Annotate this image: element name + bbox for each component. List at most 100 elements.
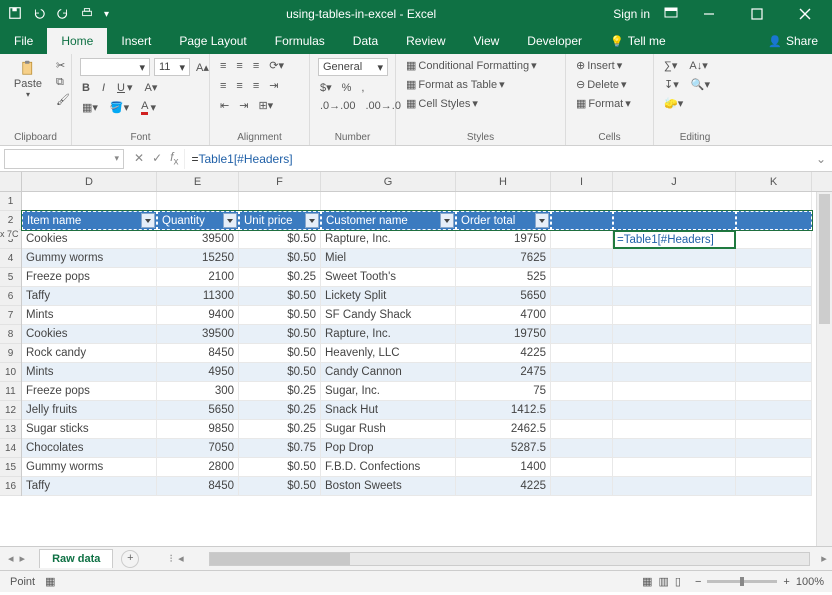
cell[interactable]	[613, 363, 736, 382]
col-G[interactable]: G	[321, 172, 456, 191]
cells[interactable]: Item nameQuantityUnit priceCustomer name…	[22, 192, 812, 496]
quick-print-icon[interactable]	[80, 6, 94, 23]
cell-total[interactable]: 7625	[456, 249, 551, 268]
cell-price[interactable]: $0.75	[239, 439, 321, 458]
cell[interactable]	[551, 439, 613, 458]
cell-customer[interactable]: Rapture, Inc.	[321, 230, 456, 249]
cell-item[interactable]: Taffy	[22, 477, 157, 496]
add-sheet-button[interactable]: +	[121, 550, 139, 568]
font-size-dropdown[interactable]: 11▾	[154, 58, 190, 76]
cell-price[interactable]: $0.50	[239, 477, 321, 496]
cell[interactable]	[551, 192, 613, 211]
tab-review[interactable]: Review	[392, 28, 459, 54]
cell-price[interactable]: $0.25	[239, 382, 321, 401]
row-header[interactable]: 10	[0, 363, 21, 382]
conditional-formatting-button[interactable]: ▦ Conditional Formatting ▾	[404, 58, 539, 73]
worksheet-grid[interactable]: D E F G H I J K 12345678910111213141516 …	[0, 172, 832, 546]
cell-customer[interactable]: Heavenly, LLC	[321, 344, 456, 363]
align-left-icon[interactable]: ≡	[218, 78, 228, 93]
cell[interactable]	[736, 458, 812, 477]
cell[interactable]	[157, 192, 239, 211]
cell-price[interactable]: $0.50	[239, 363, 321, 382]
tab-view[interactable]: View	[460, 28, 514, 54]
cell-price[interactable]: $0.25	[239, 401, 321, 420]
tab-developer[interactable]: Developer	[513, 28, 596, 54]
cell-total[interactable]: 19750	[456, 325, 551, 344]
merge-center-icon[interactable]: ⊞▾	[256, 98, 275, 113]
decrease-indent-icon[interactable]: ⇤	[218, 98, 231, 113]
cell[interactable]	[551, 230, 613, 249]
cell-customer[interactable]: F.B.D. Confections	[321, 458, 456, 477]
cell-total[interactable]: 4225	[456, 344, 551, 363]
cell-qty[interactable]: 7050	[157, 439, 239, 458]
insert-cells-button[interactable]: ⊕ Insert ▾	[574, 58, 624, 73]
filter-dropdown-icon[interactable]	[223, 213, 237, 228]
zoom-level[interactable]: 100%	[796, 576, 824, 588]
cell[interactable]	[551, 268, 613, 287]
normal-view-icon[interactable]: ▦	[642, 575, 652, 588]
wrap-text-icon[interactable]: ⇥	[267, 78, 280, 93]
cancel-formula-icon[interactable]: ✕	[134, 151, 144, 165]
redo-icon[interactable]	[56, 6, 70, 23]
cell-styles-button[interactable]: ▦ Cell Styles ▾	[404, 96, 480, 111]
cell[interactable]	[736, 211, 812, 230]
table-header[interactable]: Item name	[22, 211, 157, 230]
percent-icon[interactable]: %	[340, 80, 354, 95]
cell-customer[interactable]: Sweet Tooth's	[321, 268, 456, 287]
sheet-nav-next-icon[interactable]: ▸	[20, 552, 26, 565]
tell-me[interactable]: Tell me	[596, 28, 680, 54]
enter-formula-icon[interactable]: ✓	[152, 151, 162, 165]
cell[interactable]	[613, 420, 736, 439]
cell[interactable]	[551, 458, 613, 477]
row-header[interactable]: 1	[0, 192, 21, 211]
cell[interactable]	[551, 420, 613, 439]
cell-qty[interactable]: 39500	[157, 325, 239, 344]
cell-price[interactable]: $0.50	[239, 344, 321, 363]
cell-qty[interactable]: 300	[157, 382, 239, 401]
cell[interactable]	[736, 439, 812, 458]
align-middle-icon[interactable]: ≡	[234, 58, 244, 73]
sheet-tab-raw-data[interactable]: Raw data	[39, 549, 113, 568]
comma-icon[interactable]: ,	[359, 80, 366, 95]
border-button[interactable]: ▦▾	[80, 99, 100, 116]
cell[interactable]	[736, 382, 812, 401]
row-header[interactable]: 13	[0, 420, 21, 439]
cell-customer[interactable]: Miel	[321, 249, 456, 268]
autosum-icon[interactable]: ∑▾	[662, 58, 679, 73]
decrease-font-icon[interactable]: A▾	[143, 80, 160, 95]
cell[interactable]	[736, 477, 812, 496]
paste-button[interactable]: Paste ▾	[8, 58, 48, 101]
tab-data[interactable]: Data	[339, 28, 392, 54]
cell[interactable]	[736, 401, 812, 420]
cell-qty[interactable]: 4950	[157, 363, 239, 382]
cell-total[interactable]: 19750	[456, 230, 551, 249]
table-header[interactable]: Quantity	[157, 211, 239, 230]
zoom-slider[interactable]	[707, 580, 777, 583]
row-header[interactable]: 15	[0, 458, 21, 477]
close-button[interactable]	[788, 0, 822, 28]
cell[interactable]	[239, 192, 321, 211]
cell-total[interactable]: 1400	[456, 458, 551, 477]
row-header[interactable]: 14	[0, 439, 21, 458]
italic-button[interactable]: I	[100, 80, 107, 95]
cell-price[interactable]: $0.50	[239, 306, 321, 325]
cell-price[interactable]: $0.50	[239, 287, 321, 306]
cell[interactable]	[613, 477, 736, 496]
macro-record-icon[interactable]: ▦	[45, 575, 55, 588]
cell[interactable]	[551, 477, 613, 496]
align-right-icon[interactable]: ≡	[251, 78, 261, 93]
row-header[interactable]: 7	[0, 306, 21, 325]
cell-item[interactable]: Sugar sticks	[22, 420, 157, 439]
active-cell[interactable]: =Table1[#Headers]	[613, 230, 736, 249]
cell[interactable]	[736, 344, 812, 363]
cell-qty[interactable]: 11300	[157, 287, 239, 306]
cell-item[interactable]: Mints	[22, 363, 157, 382]
cell-item[interactable]: Gummy worms	[22, 249, 157, 268]
cell[interactable]	[321, 192, 456, 211]
cell[interactable]	[613, 458, 736, 477]
cell-total[interactable]: 525	[456, 268, 551, 287]
row-header[interactable]: 9	[0, 344, 21, 363]
cell[interactable]	[551, 287, 613, 306]
cell[interactable]	[613, 325, 736, 344]
cell[interactable]	[736, 249, 812, 268]
